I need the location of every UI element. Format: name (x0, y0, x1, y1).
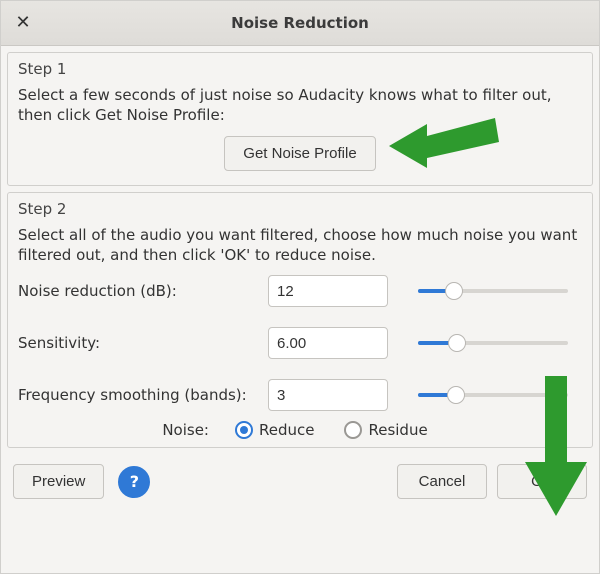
noise-reduction-input[interactable] (268, 275, 388, 307)
button-bar: Preview ? Cancel OK (1, 454, 599, 513)
radio-residue-label: Residue (368, 421, 427, 439)
dialog-content: Step 1 Select a few seconds of just nois… (1, 46, 599, 573)
step1-description: Select a few seconds of just noise so Au… (18, 85, 582, 126)
param-sensitivity: Sensitivity: (18, 327, 582, 359)
step2-description: Select all of the audio you want filtere… (18, 225, 582, 266)
radio-icon (344, 421, 362, 439)
sensitivity-slider[interactable] (418, 334, 568, 352)
noise-reduction-dialog: ✕ Noise Reduction Step 1 Select a few se… (0, 0, 600, 574)
get-noise-profile-button[interactable]: Get Noise Profile (224, 136, 375, 171)
window-title: Noise Reduction (35, 14, 565, 32)
step1-title: Step 1 (18, 60, 582, 78)
freq-smoothing-input[interactable] (268, 379, 388, 411)
step1-group: Step 1 Select a few seconds of just nois… (7, 52, 593, 186)
preview-button[interactable]: Preview (13, 464, 104, 499)
sensitivity-input[interactable] (268, 327, 388, 359)
titlebar: ✕ Noise Reduction (1, 1, 599, 46)
sensitivity-label: Sensitivity: (18, 334, 268, 352)
radio-reduce-label: Reduce (259, 421, 314, 439)
param-noise-reduction: Noise reduction (dB): (18, 275, 582, 307)
close-icon[interactable]: ✕ (11, 14, 35, 32)
radio-icon (235, 421, 253, 439)
param-freq-smoothing: Frequency smoothing (bands): (18, 379, 582, 411)
help-button[interactable]: ? (118, 466, 150, 498)
radio-reduce[interactable]: Reduce (235, 421, 314, 439)
help-icon: ? (130, 472, 139, 491)
ok-button[interactable]: OK (497, 464, 587, 499)
freq-smoothing-label: Frequency smoothing (bands): (18, 386, 268, 404)
noise-mode-row: Noise: Reduce Residue (18, 421, 582, 439)
freq-smoothing-slider[interactable] (418, 386, 568, 404)
noise-reduction-label: Noise reduction (dB): (18, 282, 268, 300)
cancel-button[interactable]: Cancel (397, 464, 487, 499)
noise-reduction-slider[interactable] (418, 282, 568, 300)
step2-title: Step 2 (18, 200, 582, 218)
radio-residue[interactable]: Residue (344, 421, 427, 439)
step2-group: Step 2 Select all of the audio you want … (7, 192, 593, 449)
noise-mode-label: Noise: (162, 421, 209, 439)
